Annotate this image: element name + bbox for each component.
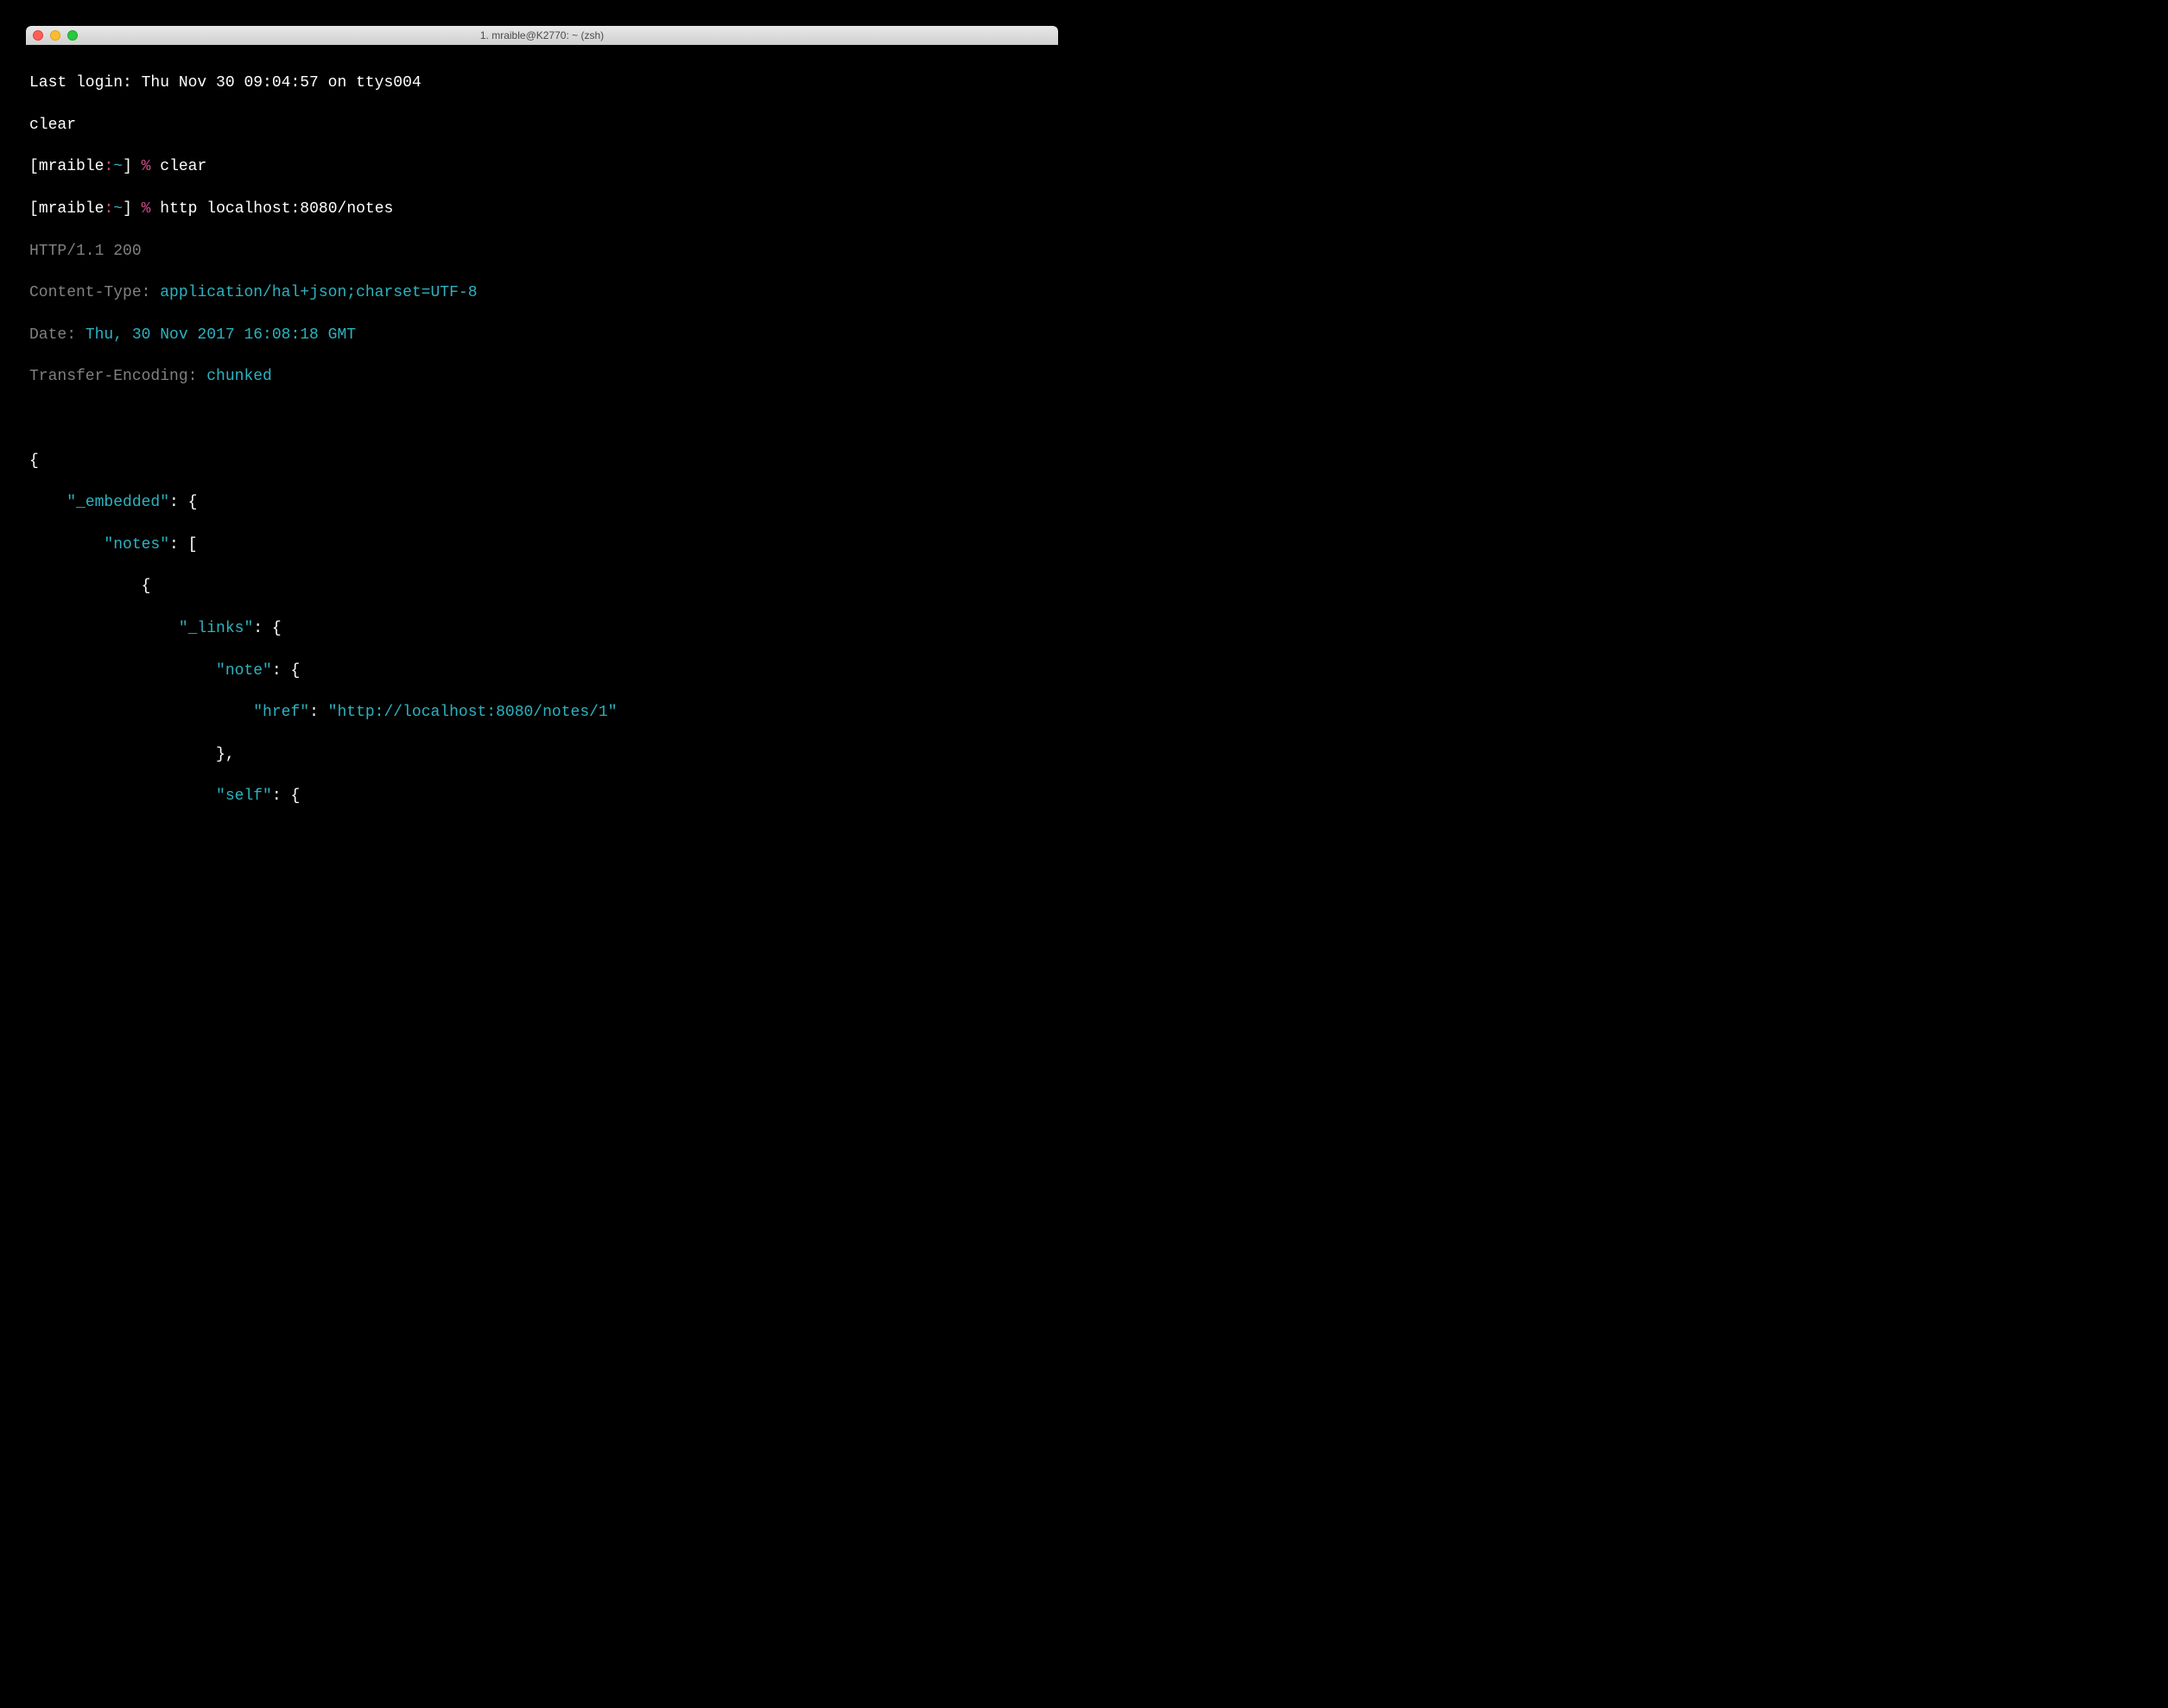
header-date-label: Date:	[29, 326, 86, 344]
json-key-embedded: "_embedded"	[67, 494, 169, 511]
json-value-url: "http://localhost:8080/notes/1"	[328, 704, 618, 721]
terminal-window: 1. mraible@K2770: ~ (zsh) Last login: Th…	[26, 26, 1058, 828]
prompt-colon: :	[104, 158, 113, 175]
prompt-bracket-close: ]	[123, 200, 142, 218]
json-brace: {	[29, 452, 39, 470]
json-punct: : {	[169, 494, 197, 511]
http-status: HTTP/1.1 200	[29, 243, 142, 260]
prompt-bracket-open: [	[29, 200, 39, 218]
header-content-type-value: application/hal+json;charset=UTF-8	[160, 284, 477, 301]
json-indent	[29, 788, 216, 805]
prompt-percent: %	[142, 200, 161, 218]
header-date-value: Thu, 30 Nov 2017 16:08:18 GMT	[86, 326, 356, 344]
prompt-colon: :	[104, 200, 113, 218]
json-indent	[29, 536, 104, 554]
json-indent	[29, 494, 67, 511]
json-punct: : [	[169, 536, 197, 554]
terminal-content[interactable]: Last login: Thu Nov 30 09:04:57 on ttys0…	[26, 45, 1058, 828]
prompt-percent: %	[142, 158, 161, 175]
json-indent	[29, 704, 253, 721]
prompt-path: ~	[113, 200, 123, 218]
clear-echo: clear	[29, 117, 76, 134]
traffic-lights	[33, 30, 78, 41]
close-window-button[interactable]	[33, 30, 43, 41]
prompt-path: ~	[113, 158, 123, 175]
prompt-bracket-close: ]	[123, 158, 142, 175]
json-punct: : {	[272, 662, 300, 680]
json-key-links: "_links"	[179, 620, 253, 637]
json-punct: : {	[253, 620, 281, 637]
last-login-text: Last login: Thu Nov 30 09:04:57 on ttys0…	[29, 74, 422, 92]
json-punct: : {	[272, 788, 300, 805]
json-key-note: "note"	[216, 662, 272, 680]
header-transfer-encoding-label: Transfer-Encoding:	[29, 368, 206, 385]
json-brace: },	[29, 746, 235, 763]
json-key-notes: "notes"	[104, 536, 169, 554]
json-key-self: "self"	[216, 788, 272, 805]
prompt-user: mraible	[39, 158, 105, 175]
json-key-href: "href"	[253, 704, 309, 721]
json-brace: {	[29, 578, 150, 595]
window-title: 1. mraible@K2770: ~ (zsh)	[480, 28, 604, 42]
prompt-bracket-open: [	[29, 158, 39, 175]
window-titlebar[interactable]: 1. mraible@K2770: ~ (zsh)	[26, 26, 1058, 45]
maximize-window-button[interactable]	[67, 30, 78, 41]
command-clear: clear	[160, 158, 206, 175]
json-indent	[29, 620, 179, 637]
prompt-user: mraible	[39, 200, 105, 218]
header-content-type-label: Content-Type:	[29, 284, 160, 301]
command-http: http localhost:8080/notes	[160, 200, 393, 218]
minimize-window-button[interactable]	[50, 30, 60, 41]
json-indent	[29, 662, 216, 680]
json-punct: :	[309, 704, 328, 721]
header-transfer-encoding-value: chunked	[206, 368, 272, 385]
